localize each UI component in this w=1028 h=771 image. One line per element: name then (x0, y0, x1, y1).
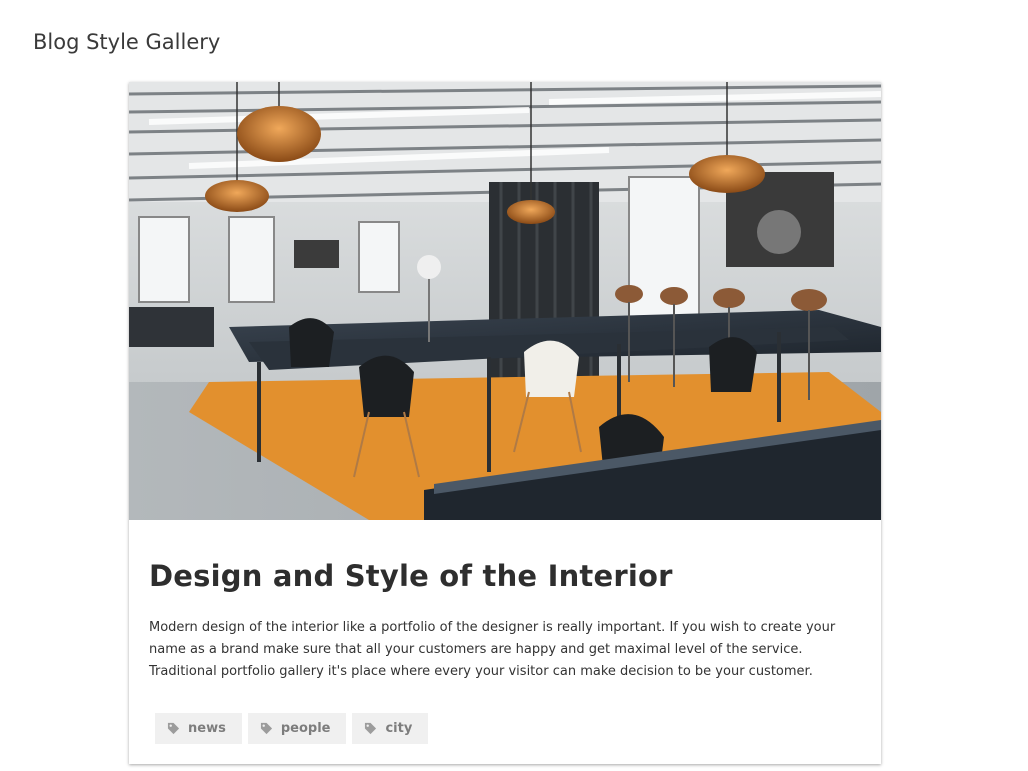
tag-people[interactable]: people (247, 713, 347, 744)
tag-news[interactable]: news (155, 713, 242, 744)
blog-post-card: Design and Style of the Interior Modern … (129, 82, 881, 764)
tag-label: people (280, 721, 331, 736)
post-image[interactable] (129, 82, 881, 520)
tag-icon (167, 722, 180, 735)
tag-icon (260, 722, 272, 735)
tag-city[interactable]: city (352, 713, 429, 744)
post-excerpt: Modern design of the interior like a por… (149, 620, 836, 679)
tag-list: news people city (155, 713, 429, 744)
tag-icon (365, 722, 377, 735)
post-title[interactable]: Design and Style of the Interior (149, 559, 673, 593)
tag-label: news (188, 721, 226, 736)
tag-label: city (385, 721, 413, 736)
page-title: Blog Style Gallery (33, 30, 221, 54)
